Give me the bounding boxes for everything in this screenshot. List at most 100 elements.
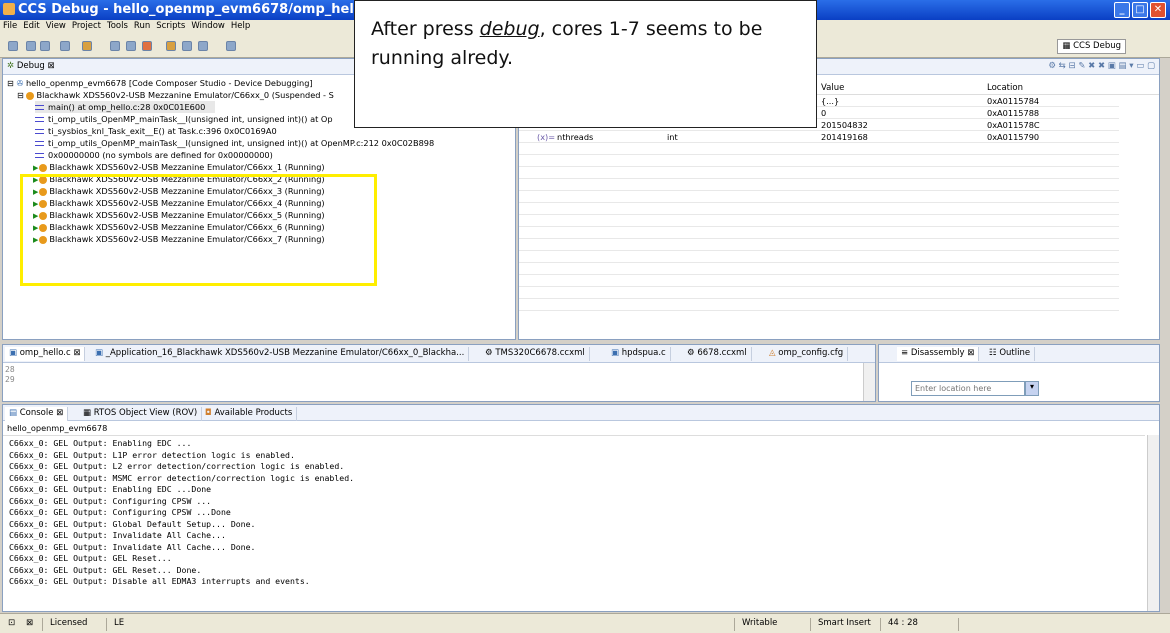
external-tools-icon[interactable] — [198, 41, 208, 51]
outline-icon: ☷ — [989, 348, 997, 358]
console-line: C66xx_0: GEL Output: GEL Reset... Done. — [9, 564, 202, 575]
maximize-button[interactable]: □ — [1132, 2, 1148, 18]
stack-frame-icon — [35, 104, 44, 110]
stack-frame-main-task[interactable]: ti_omp_utils_OpenMP_mainTask__I(unsigned… — [35, 113, 333, 125]
perspective-switcher[interactable]: ▦ CCS Debug — [1057, 39, 1126, 54]
debug-icon[interactable] — [142, 41, 152, 51]
close-tab-icon[interactable]: ⊠ — [47, 61, 54, 71]
menu-scripts[interactable]: Scripts — [153, 20, 188, 32]
console-line: C66xx_0: GEL Output: Invalidate All Cach… — [9, 530, 226, 540]
disassembly-tabs: ≡ Disassembly ⊠ ☷ Outline — [879, 345, 1159, 363]
callout-text-before: After press — [371, 18, 480, 40]
value-column-header[interactable]: Value — [821, 83, 844, 93]
disassembly-view: ≡ Disassembly ⊠ ☷ Outline ▾ — [878, 344, 1160, 402]
table-row[interactable]: (x)= nthreads int 201419168 0xA0115790 — [519, 131, 1119, 143]
save-all-icon[interactable] — [40, 41, 50, 51]
fast-view-icon[interactable]: ⊡ — [8, 618, 15, 628]
stack-frame-icon — [35, 116, 44, 122]
c-file-icon: ▣ — [95, 348, 104, 358]
open-type-icon[interactable] — [110, 41, 120, 51]
debug-tab-icon: ✲ — [7, 61, 15, 71]
save-icon[interactable] — [26, 41, 36, 51]
console-line: C66xx_0: GEL Output: MSMC error detectio… — [9, 472, 355, 483]
console-line: C66xx_0: GEL Output: GEL Reset... — [9, 553, 172, 563]
new-icon[interactable] — [8, 41, 18, 51]
menu-view[interactable]: View — [43, 20, 69, 32]
console-project-name: hello_openmp_evm6678 — [7, 423, 108, 433]
location-dropdown-icon[interactable]: ▾ — [1025, 381, 1039, 396]
pin-icon[interactable] — [226, 41, 236, 51]
menu-run[interactable]: Run — [131, 20, 153, 32]
menu-tools[interactable]: Tools — [104, 20, 131, 32]
console-line: C66xx_0: GEL Output: Configuring CPSW ..… — [9, 507, 231, 517]
console-view: ▤ Console ⊠ ▦ RTOS Object View (ROV) ◘ A… — [2, 404, 1160, 612]
ccs-app-icon — [3, 3, 15, 15]
tab-omp-hello[interactable]: ▣ omp_hello.c ⊠ — [5, 347, 86, 361]
console-output[interactable]: C66xx_0: GEL Output: Enabling EDC ... C6… — [3, 435, 1145, 611]
tab-outline[interactable]: ☷ Outline — [985, 347, 1036, 361]
status-bar: ⊡ ⊠ Licensed LE Writable Smart Insert 44… — [0, 613, 1170, 633]
location-column-header[interactable]: Location — [987, 83, 1023, 93]
load-program-icon[interactable] — [166, 41, 176, 51]
core-icon — [39, 163, 48, 172]
perspective-label: CCS Debug — [1073, 41, 1121, 51]
console-line: C66xx_0: GEL Output: Configuring CPSW ..… — [9, 495, 212, 506]
cfg-icon: ◬ — [769, 348, 776, 358]
stack-frame-task-exit[interactable]: ti_sysbios_knl_Task_exit__E() at Task.c:… — [35, 125, 277, 137]
tab-omp-config[interactable]: ◬ omp_config.cfg — [765, 347, 849, 361]
stack-frame-main[interactable]: main() at omp_hello.c:28 0x0C01E600 — [35, 101, 216, 113]
editor-area: ▣ omp_hello.c ⊠ ▣ _Application_16_Blackh… — [2, 344, 876, 402]
line-numbers: 28 29 — [5, 365, 15, 384]
menu-window[interactable]: Window — [188, 20, 228, 32]
debug-tab-label: Debug — [16, 61, 45, 71]
console-scrollbar[interactable] — [1147, 435, 1159, 611]
minimize-button[interactable]: _ — [1114, 2, 1130, 18]
print-icon[interactable] — [60, 41, 70, 51]
console-line: C66xx_0: GEL Output: Disable all EDMA3 i… — [9, 576, 310, 586]
tree-item-core-0[interactable]: ⊟ Blackhawk XDS560v2-USB Mezzanine Emula… — [17, 89, 334, 101]
core-suspended-icon — [26, 91, 35, 100]
console-line: C66xx_0: GEL Output: L2 error detection/… — [9, 461, 345, 471]
stack-frame-openmp[interactable]: ti_omp_utils_OpenMP_mainTask__I(unsigned… — [35, 137, 434, 149]
tab-hpdspua[interactable]: ▣ hpdspua.c — [607, 347, 671, 361]
tab-rtos-object-view[interactable]: ▦ RTOS Object View (ROV) — [79, 407, 203, 421]
project-icon: ✇ — [16, 78, 24, 88]
running-icon: ▶ — [33, 164, 39, 172]
annotation-callout: After press debug, cores 1-7 seems to be… — [354, 0, 817, 128]
tab-tms320c6678[interactable]: ⚙ TMS320C6678.ccxml — [481, 347, 590, 361]
editor-scrollbar[interactable] — [863, 363, 875, 401]
disassembly-icon: ≡ — [901, 348, 909, 358]
tab-available-products[interactable]: ◘ Available Products — [201, 407, 298, 421]
stack-frame-icon — [35, 128, 44, 134]
memory-icon[interactable] — [182, 41, 192, 51]
endian-status: LE — [114, 618, 125, 628]
stack-frame-no-symbols[interactable]: 0x00000000 (no symbols are defined for 0… — [35, 149, 273, 161]
window-title: CCS Debug - hello_openmp_evm6678/omp_hel… — [18, 2, 380, 17]
menu-edit[interactable]: Edit — [20, 20, 42, 32]
writable-status: Writable — [742, 618, 778, 628]
menu-project[interactable]: Project — [69, 20, 104, 32]
products-icon: ◘ — [205, 408, 212, 418]
variable-icon: (x)= — [537, 132, 556, 142]
console-icon: ▤ — [9, 408, 18, 418]
search-icon[interactable] — [126, 41, 136, 51]
location-input[interactable] — [911, 381, 1025, 396]
close-button[interactable]: ✕ — [1150, 2, 1166, 18]
tab-application-disassembly[interactable]: ▣ _Application_16_Blackhawk XDS560v2-USB… — [91, 347, 470, 361]
build-icon[interactable] — [82, 41, 92, 51]
variables-table: {...} 0xA0115784 0 0xA0115788 201504832 0xA… — [519, 95, 1119, 335]
tab-disassembly[interactable]: ≡ Disassembly ⊠ — [897, 347, 980, 361]
menu-file[interactable]: File — [0, 20, 20, 32]
menu-help[interactable]: Help — [228, 20, 253, 32]
insert-mode-status: Smart Insert — [818, 618, 871, 628]
stack-frame-icon — [35, 140, 44, 146]
connection-icon: ⊠ — [26, 618, 34, 628]
console-line: C66xx_0: GEL Output: Enabling EDC ... — [9, 438, 192, 448]
cursor-position: 44 : 28 — [888, 618, 918, 628]
tab-console[interactable]: ▤ Console ⊠ — [5, 407, 69, 421]
tree-item-core-1[interactable]: ▶ Blackhawk XDS560v2-USB Mezzanine Emulat… — [33, 161, 325, 173]
tree-item-project[interactable]: ⊟ ✇ hello_openmp_evm6678 [Code Composer … — [7, 77, 313, 89]
tab-6678-ccxml[interactable]: ⚙ 6678.ccxml — [683, 347, 752, 361]
console-tabs: ▤ Console ⊠ ▦ RTOS Object View (ROV) ◘ A… — [3, 405, 1159, 421]
variables-toolbar-icons[interactable]: ⚙ ⇆ ⊟ ✎ ✖ ✖ ▣ ▤ ▾ ▭ ▢ — [1048, 61, 1155, 71]
